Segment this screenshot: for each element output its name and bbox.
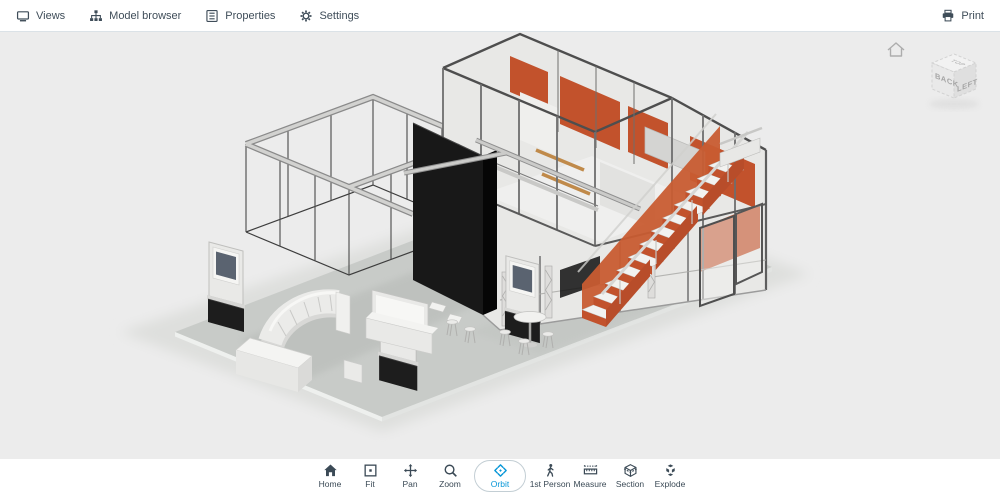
kiosk-display-1[interactable] [206, 241, 246, 333]
bottom-toolbar-item-pan[interactable]: Pan [393, 463, 427, 489]
first-person-icon [543, 463, 558, 478]
print-icon [941, 9, 955, 23]
top-toolbar-item-views[interactable]: Views [16, 9, 65, 23]
viewport: BACK LEFT TOP [0, 32, 1000, 459]
top-toolbar-right: Print [941, 9, 984, 23]
bottom-toolbar-item-orbit[interactable]: Orbit [474, 459, 526, 492]
toolbar-item-label: Zoom [439, 478, 461, 489]
bottom-toolbar-item-first-person[interactable]: 1st Person [530, 463, 570, 489]
bottom-toolbar-item-explode[interactable]: Explode [653, 463, 687, 489]
top-toolbar-left: Views Model browser Properties Settings [16, 9, 359, 23]
model-browser-icon [89, 9, 103, 23]
properties-icon [205, 9, 219, 23]
top-toolbar-item-properties[interactable]: Properties [205, 9, 275, 23]
explode-icon [663, 463, 678, 478]
top-toolbar-item-settings[interactable]: Settings [299, 9, 359, 23]
bottom-toolbar-item-zoom[interactable]: Zoom [433, 463, 467, 489]
measure-icon [583, 463, 598, 478]
toolbar-item-label: Model browser [109, 9, 182, 22]
viewcube[interactable]: BACK LEFT TOP [882, 36, 992, 124]
pan-icon [403, 463, 418, 478]
toolbar-item-label: Section [615, 478, 645, 489]
orbit-icon [493, 463, 508, 478]
views-icon [16, 9, 30, 23]
toolbar-item-label: Explode [654, 478, 686, 489]
kiosk-display-3[interactable] [503, 255, 542, 344]
settings-icon [299, 9, 313, 23]
fit-icon [363, 463, 378, 478]
toolbar-item-label: Views [36, 9, 66, 22]
model-3d-view[interactable] [0, 32, 1000, 459]
model-viewer-app: Views Model browser Properties Settings Pri… [0, 0, 1000, 492]
bottom-toolbar: Home Fit Pan Zoom Orbit 1st Person Measure Sect… [0, 459, 1000, 492]
bottom-toolbar-item-section[interactable]: Section [613, 463, 647, 489]
home-icon [323, 463, 338, 478]
bottom-toolbar-item-home[interactable]: Home [313, 463, 347, 489]
top-toolbar-item-print[interactable]: Print [941, 9, 984, 23]
bottom-toolbar-item-fit[interactable]: Fit [353, 463, 387, 489]
top-toolbar-item-model-browser[interactable]: Model browser [89, 9, 181, 23]
toolbar-item-label: 1st Person [529, 478, 571, 489]
zoom-icon [443, 463, 458, 478]
toolbar-item-label: Home [318, 478, 342, 489]
toolbar-item-label: Settings [319, 9, 360, 22]
viewcube-home-icon[interactable] [887, 42, 905, 57]
toolbar-item-label: Fit [365, 478, 375, 489]
bottom-toolbar-item-measure[interactable]: Measure [573, 463, 607, 489]
section-icon [623, 463, 638, 478]
toolbar-item-label: Properties [225, 9, 276, 22]
bottom-toolbar-items: Home Fit Pan Zoom Orbit 1st Person Measure Sect… [310, 459, 690, 492]
toolbar-item-label: Measure [573, 478, 607, 489]
toolbar-item-label: Print [961, 9, 984, 22]
top-toolbar: Views Model browser Properties Settings Pri… [0, 0, 1000, 32]
toolbar-item-label: Pan [402, 478, 418, 489]
toolbar-item-label: Orbit [490, 478, 510, 489]
